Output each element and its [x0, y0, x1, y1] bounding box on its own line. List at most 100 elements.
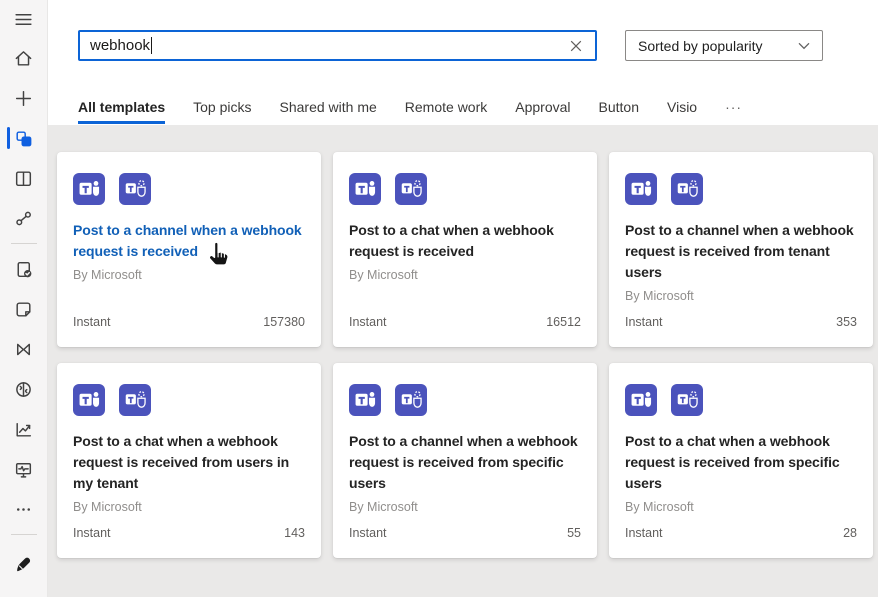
card-author: By Microsoft: [73, 500, 305, 514]
card-title[interactable]: Post to a channel when a webhook request…: [73, 220, 305, 262]
template-card[interactable]: Post to a chat when a webhook request is…: [57, 363, 321, 558]
card-footer: Instant 143: [73, 526, 305, 542]
sidebar-item-hamburger-menu[interactable]: [0, 0, 48, 38]
sidebar-item-more-ellipsis[interactable]: [0, 489, 48, 529]
more-ellipsis-icon: [13, 499, 34, 520]
sidebar-item-desktop-flow[interactable]: [0, 449, 48, 489]
template-card[interactable]: Post to a channel when a webhook request…: [609, 152, 873, 347]
card-connector-icons: [625, 173, 857, 205]
solutions-icon: [13, 299, 34, 320]
template-card[interactable]: Post to a chat when a webhook request is…: [333, 152, 597, 347]
card-trigger-type: Instant: [73, 526, 111, 540]
sidebar-divider: [11, 243, 37, 244]
teams-icon: [625, 384, 657, 416]
sidebar-item-solutions[interactable]: [0, 289, 48, 329]
card-title[interactable]: Post to a chat when a webhook request is…: [349, 220, 581, 262]
tab-approval[interactable]: Approval: [515, 99, 570, 124]
card-author: By Microsoft: [349, 500, 581, 514]
sidebar-item-home[interactable]: [0, 38, 48, 78]
desktop-flow-icon: [13, 459, 34, 480]
card-connector-icons: [73, 173, 305, 205]
card-author: By Microsoft: [73, 268, 305, 282]
content-area: Post to a channel when a webhook request…: [48, 125, 878, 597]
tab-remote-work[interactable]: Remote work: [405, 99, 487, 124]
text-caret: [151, 37, 152, 54]
card-title[interactable]: Post to a chat when a webhook request is…: [625, 431, 857, 494]
card-trigger-type: Instant: [349, 526, 387, 540]
teams-icon: [349, 384, 381, 416]
tabs: All templates Top picks Shared with me Remo…: [78, 99, 878, 124]
card-usage-count: 143: [284, 526, 305, 540]
teams-icon: [349, 173, 381, 205]
tab-top-picks[interactable]: Top picks: [193, 99, 251, 124]
connectors-icon: [13, 208, 34, 229]
hamburger-menu-icon: [13, 9, 34, 30]
tab-shared-with-me[interactable]: Shared with me: [280, 99, 377, 124]
card-trigger-type: Instant: [73, 315, 111, 329]
home-icon: [13, 48, 34, 69]
template-card[interactable]: Post to a channel when a webhook request…: [333, 363, 597, 558]
teams-person-icon: [119, 173, 151, 205]
card-connector-icons: [349, 384, 581, 416]
main-area: webhook Sorted by popularity All templat…: [48, 0, 878, 597]
teams-icon: [625, 173, 657, 205]
close-icon[interactable]: [567, 37, 585, 55]
sidebar-item-connectors[interactable]: [0, 198, 48, 238]
card-footer: Instant 157380: [73, 315, 305, 331]
chevron-down-icon: [798, 42, 810, 50]
card-footer: Instant 16512: [349, 315, 581, 331]
card-trigger-type: Instant: [625, 526, 663, 540]
card-footer: Instant 353: [625, 315, 857, 331]
process-mining-icon: [13, 339, 34, 360]
tab-visio[interactable]: Visio: [667, 99, 697, 124]
ai-builder-icon: [13, 379, 34, 400]
sidebar-item-process-mining[interactable]: [0, 329, 48, 369]
sidebar-item-analytics-chart[interactable]: [0, 409, 48, 449]
analytics-chart-icon: [13, 419, 34, 440]
header: webhook Sorted by popularity All templat…: [48, 0, 878, 125]
card-usage-count: 157380: [263, 315, 305, 329]
tabs-overflow[interactable]: ···: [725, 99, 742, 124]
sidebar-item-pen[interactable]: [0, 543, 48, 583]
sort-dropdown[interactable]: Sorted by popularity: [625, 30, 823, 61]
teams-person-icon: [395, 173, 427, 205]
card-title[interactable]: Post to a channel when a webhook request…: [625, 220, 857, 283]
sidebar-divider: [11, 534, 37, 535]
teams-person-icon: [671, 173, 703, 205]
card-author: By Microsoft: [625, 289, 857, 303]
card-title[interactable]: Post to a channel when a webhook request…: [349, 431, 581, 494]
template-card[interactable]: Post to a chat when a webhook request is…: [609, 363, 873, 558]
teams-person-icon: [119, 384, 151, 416]
template-grid: Post to a channel when a webhook request…: [48, 125, 878, 558]
card-author: By Microsoft: [625, 500, 857, 514]
card-footer: Instant 55: [349, 526, 581, 542]
sidebar-item-plus[interactable]: [0, 78, 48, 118]
search-input[interactable]: webhook: [78, 30, 597, 61]
pen-icon: [13, 553, 34, 574]
sidebar-item-templates[interactable]: [0, 118, 48, 158]
card-usage-count: 28: [843, 526, 857, 540]
card-connector-icons: [625, 384, 857, 416]
tab-all-templates[interactable]: All templates: [78, 99, 165, 124]
sidebar-item-ai-builder[interactable]: [0, 369, 48, 409]
card-trigger-type: Instant: [349, 315, 387, 329]
search-row: webhook Sorted by popularity: [48, 0, 878, 61]
card-connector-icons: [73, 384, 305, 416]
tab-button[interactable]: Button: [599, 99, 639, 124]
card-footer: Instant 28: [625, 526, 857, 542]
card-author: By Microsoft: [349, 268, 581, 282]
plus-icon: [13, 88, 34, 109]
card-trigger-type: Instant: [625, 315, 663, 329]
sidebar: [0, 0, 48, 597]
card-title[interactable]: Post to a chat when a webhook request is…: [73, 431, 305, 494]
book-icon: [13, 168, 34, 189]
clipboard-check-icon: [13, 259, 34, 280]
sidebar-item-clipboard-check[interactable]: [0, 249, 48, 289]
teams-icon: [73, 384, 105, 416]
template-card[interactable]: Post to a channel when a webhook request…: [57, 152, 321, 347]
sidebar-item-book[interactable]: [0, 158, 48, 198]
templates-icon: [13, 128, 34, 149]
card-connector-icons: [349, 173, 581, 205]
card-usage-count: 55: [567, 526, 581, 540]
search-value: webhook: [90, 37, 150, 54]
